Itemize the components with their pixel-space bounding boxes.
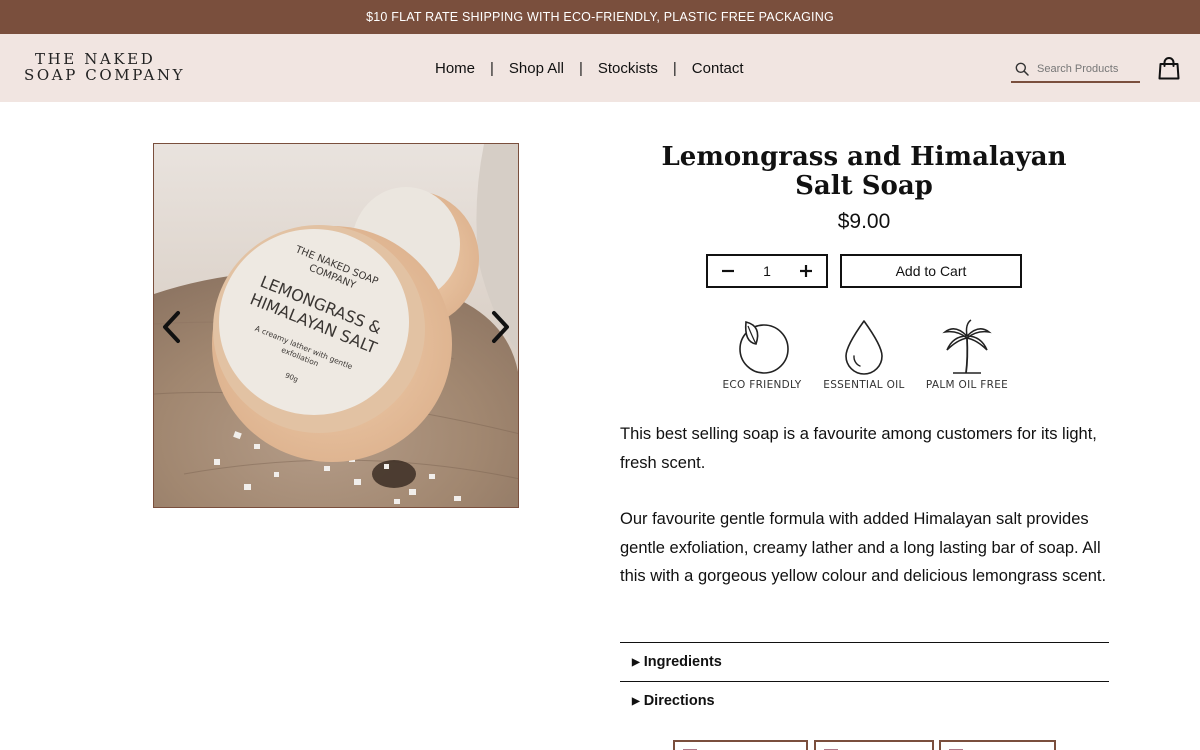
main-nav: Home | Shop All | Stockists | Contact xyxy=(420,34,759,102)
description-paragraph-2: Our favourite gentle formula with added … xyxy=(620,510,1107,585)
accordion-ingredients[interactable]: ▶ Ingredients xyxy=(620,642,1109,681)
quantity-value[interactable]: 1 xyxy=(763,263,771,279)
search-box xyxy=(1011,56,1140,83)
brand-logo[interactable]: THE NAKED SOAP COMPANY xyxy=(24,51,194,83)
quantity-increase-button[interactable] xyxy=(786,256,826,286)
expand-triangle-icon: ▶ xyxy=(632,656,640,668)
related-product-card[interactable] xyxy=(939,740,1056,750)
badge-palm-oil-free: PALM OIL FREE xyxy=(917,318,1017,391)
announcement-bar: $10 FLAT RATE SHIPPING WITH ECO-FRIENDLY… xyxy=(0,0,1200,34)
add-to-cart-button[interactable]: Add to Cart xyxy=(840,254,1022,288)
palm-tree-icon xyxy=(942,319,992,374)
accordion-ingredients-label: Ingredients xyxy=(643,654,722,670)
expand-triangle-icon: ▶ xyxy=(632,695,640,707)
product-gallery: THE NAKED SOAP COMPANY LEMONGRASS & HIMA… xyxy=(153,143,519,508)
gallery-prev-button[interactable] xyxy=(160,310,184,344)
badge-essential-oil-label: ESSENTIAL OIL xyxy=(823,379,905,391)
gallery-next-button[interactable] xyxy=(488,310,512,344)
chevron-left-icon xyxy=(163,311,180,343)
nav-contact[interactable]: Contact xyxy=(677,60,759,77)
badge-eco-friendly-label: ECO FRIENDLY xyxy=(722,379,802,391)
related-product-card[interactable] xyxy=(673,740,808,750)
site-header: THE NAKED SOAP COMPANY Home | Shop All |… xyxy=(0,34,1200,102)
plus-icon xyxy=(799,265,812,277)
brand-logo-line2: SOAP COMPANY xyxy=(24,66,186,84)
product-title-line1: Lemongrass and Himalayan xyxy=(661,142,1067,172)
nav-stockists[interactable]: Stockists xyxy=(583,60,673,77)
quantity-decrease-button[interactable] xyxy=(708,256,748,286)
product-title-line2: Salt Soap xyxy=(795,171,933,201)
announcement-text: $10 FLAT RATE SHIPPING WITH ECO-FRIENDLY… xyxy=(366,10,834,24)
nav-shop-all[interactable]: Shop All xyxy=(494,60,579,77)
description-paragraph-1: This best selling soap is a favourite am… xyxy=(620,425,1097,472)
badge-eco-friendly: ECO FRIENDLY xyxy=(712,318,812,391)
cart-button[interactable] xyxy=(1158,56,1180,85)
badge-essential-oil: ESSENTIAL OIL xyxy=(814,318,914,391)
drop-icon xyxy=(845,320,883,375)
search-input[interactable] xyxy=(1037,62,1137,75)
shopping-bag-icon xyxy=(1158,57,1180,80)
search-icon[interactable] xyxy=(1015,62,1029,76)
product-title: Lemongrass and Himalayan Salt Soap xyxy=(620,143,1108,201)
nav-home[interactable]: Home xyxy=(420,60,490,77)
product-photo: THE NAKED SOAP COMPANY LEMONGRASS & HIMA… xyxy=(154,144,518,507)
accordion-directions-label: Directions xyxy=(643,693,715,709)
related-product-card[interactable] xyxy=(814,740,934,750)
quantity-stepper: 1 xyxy=(706,254,828,288)
product-price: $9.00 xyxy=(837,210,891,233)
minus-icon xyxy=(722,269,734,273)
accordion-directions[interactable]: ▶ Directions xyxy=(620,681,1109,720)
product-description: This best selling soap is a favourite am… xyxy=(620,420,1112,591)
chevron-right-icon xyxy=(492,311,509,343)
product-badges: ECO FRIENDLY ESSENTIAL OIL PALM OIL FREE xyxy=(712,318,1017,392)
leaf-circle-icon xyxy=(739,320,789,374)
badge-palm-oil-free-label: PALM OIL FREE xyxy=(925,379,1009,391)
brand-logo-line1: THE NAKED xyxy=(35,50,156,68)
